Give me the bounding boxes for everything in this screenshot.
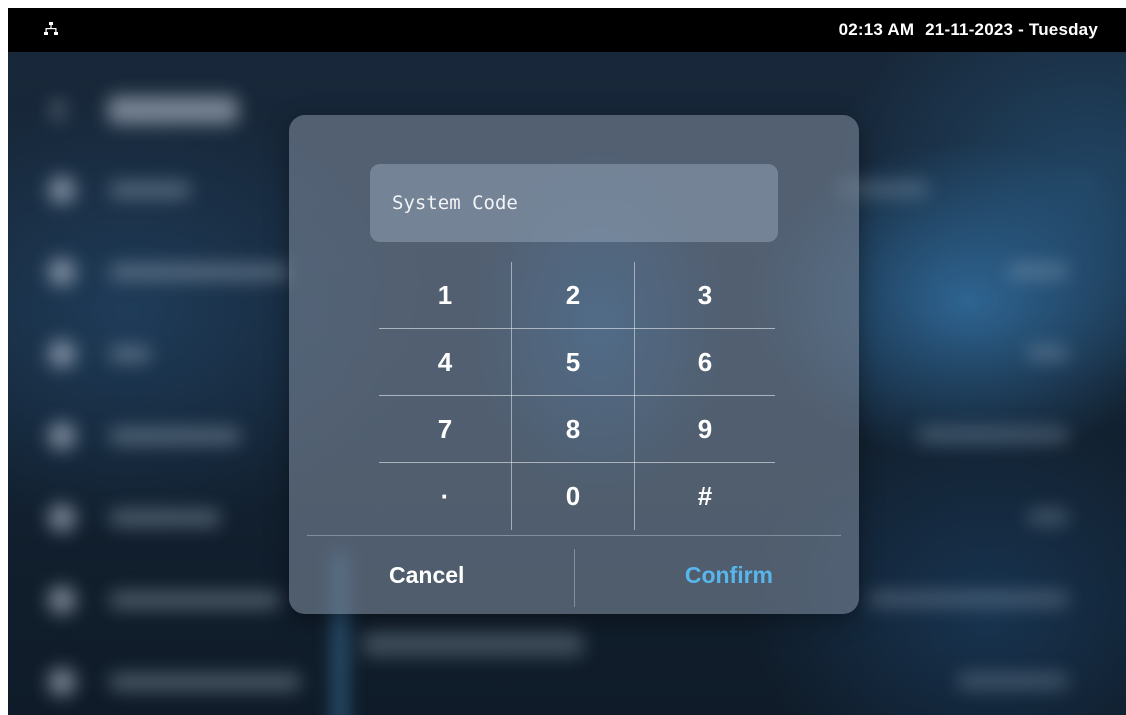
dialog-button-divider [574, 549, 575, 607]
clock: 02:13 AM 21-11-2023 - Tuesday [839, 8, 1098, 52]
blurred-row-label [110, 674, 300, 690]
blurred-row-icon [48, 586, 76, 614]
system-code-dialog: System Code 1 2 3 4 5 6 7 8 9 · 0 # Canc… [289, 115, 859, 614]
keypad-key-7[interactable]: 7 [379, 396, 511, 463]
blurred-row-value [918, 428, 1068, 442]
blurred-row-value [958, 674, 1068, 688]
blurred-row-value [1008, 264, 1068, 278]
blurred-row-value [868, 592, 1068, 606]
keypad-key-dot[interactable]: · [379, 463, 511, 530]
blurred-row-icon [48, 668, 76, 696]
keypad-key-1[interactable]: 1 [379, 262, 511, 329]
blurred-panel-label [363, 632, 583, 656]
blurred-page-title [108, 96, 238, 124]
status-date: 21-11-2023 - Tuesday [925, 20, 1098, 39]
keypad-key-9[interactable]: 9 [635, 396, 775, 463]
blurred-row-label [110, 264, 290, 280]
blurred-row [48, 662, 1088, 702]
blurred-row-value [1028, 510, 1068, 524]
blurred-row-label [110, 510, 220, 526]
cancel-button[interactable]: Cancel [389, 536, 464, 614]
blurred-row-icon [48, 176, 76, 204]
blurred-row-label [110, 428, 240, 444]
blurred-row-label [110, 346, 150, 362]
network-tree-icon [44, 22, 58, 35]
blurred-row-icon [48, 258, 76, 286]
system-code-field[interactable]: System Code [370, 164, 778, 242]
device-screen: 02:13 AM 21-11-2023 - Tuesday System Cod… [8, 8, 1126, 715]
keypad-key-5[interactable]: 5 [512, 329, 634, 396]
blurred-row-label [110, 592, 280, 608]
back-icon [52, 100, 64, 120]
keypad-key-8[interactable]: 8 [512, 396, 634, 463]
blurred-row-icon [48, 422, 76, 450]
keypad-key-2[interactable]: 2 [512, 262, 634, 329]
keypad-key-4[interactable]: 4 [379, 329, 511, 396]
status-time: 02:13 AM [838, 20, 915, 39]
keypad-key-3[interactable]: 3 [635, 262, 775, 329]
blurred-row-icon [48, 504, 76, 532]
blurred-row-icon [48, 340, 76, 368]
blurred-row-label [110, 182, 190, 198]
status-bar: 02:13 AM 21-11-2023 - Tuesday [8, 8, 1126, 52]
confirm-button[interactable]: Confirm [685, 536, 773, 614]
keypad-key-0[interactable]: 0 [512, 463, 634, 530]
blurred-row-value [1028, 346, 1068, 360]
numeric-keypad: 1 2 3 4 5 6 7 8 9 · 0 # [379, 262, 775, 530]
keypad-key-6[interactable]: 6 [635, 329, 775, 396]
keypad-key-hash[interactable]: # [635, 463, 775, 530]
